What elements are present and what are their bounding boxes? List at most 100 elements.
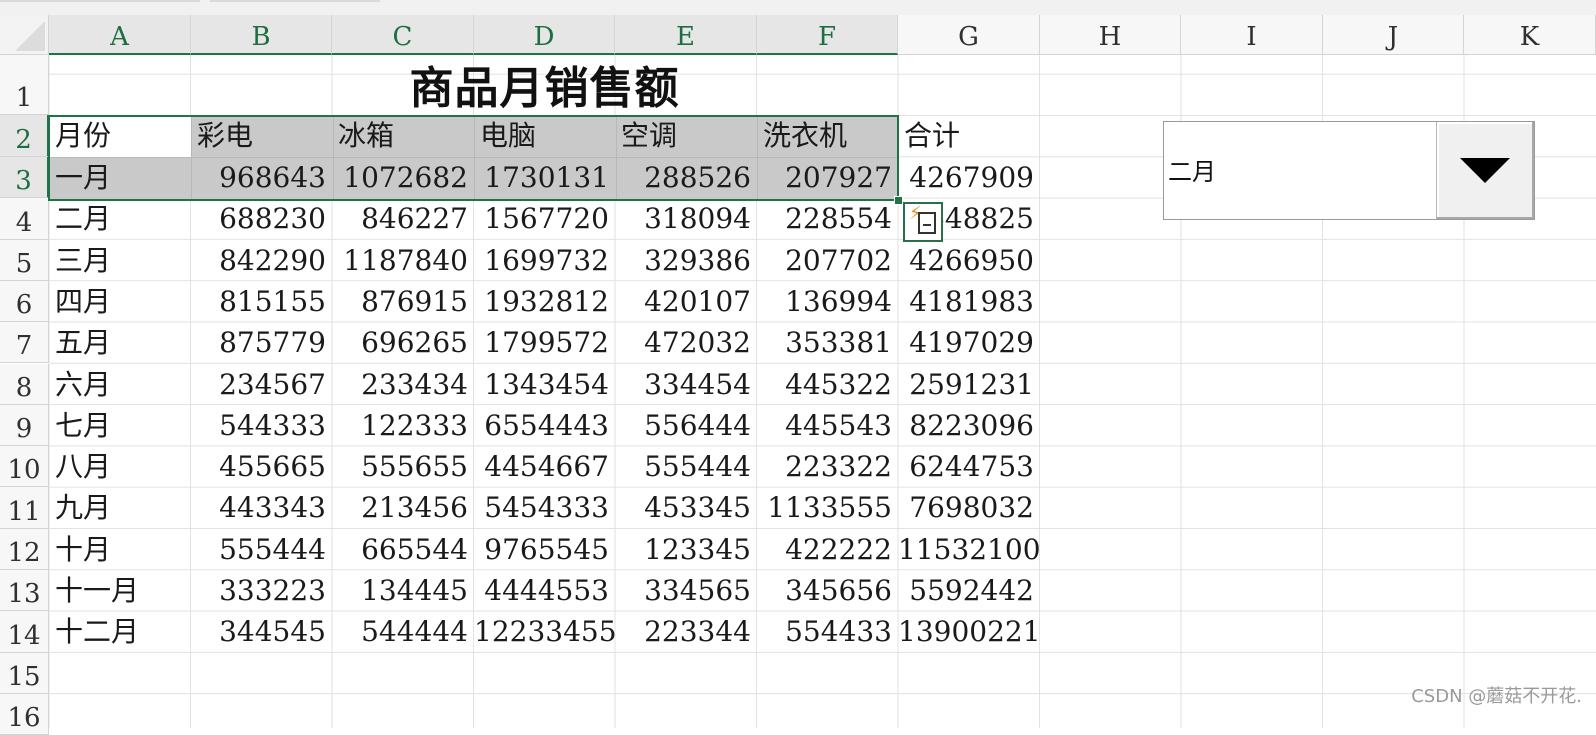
value-cell[interactable]: 4444553: [474, 568, 615, 609]
value-cell[interactable]: 555444: [191, 527, 332, 568]
value-cell[interactable]: 334454: [615, 362, 757, 403]
row-header-9[interactable]: 9: [0, 404, 49, 447]
select-all-corner[interactable]: [0, 15, 49, 55]
value-cell[interactable]: 554433: [757, 609, 898, 650]
value-cell[interactable]: 344545: [191, 609, 332, 650]
row-header-13[interactable]: 13: [0, 570, 49, 612]
row-header-2[interactable]: 2: [0, 115, 49, 157]
value-cell[interactable]: 1799572: [474, 320, 615, 361]
value-cell[interactable]: 7698032: [898, 485, 1040, 526]
row-header-5[interactable]: 5: [0, 239, 49, 281]
value-cell[interactable]: 4267909: [898, 155, 1040, 196]
value-cell[interactable]: 12233455: [474, 609, 617, 650]
column-header-i[interactable]: I: [1181, 15, 1323, 55]
flash-fill-button[interactable]: ⚡: [903, 202, 943, 242]
month-cell[interactable]: 九月: [49, 485, 191, 526]
value-cell[interactable]: 213456: [332, 485, 474, 526]
month-cell[interactable]: 十一月: [49, 568, 191, 609]
month-cell[interactable]: 十二月: [49, 609, 191, 650]
value-cell[interactable]: 455665: [191, 444, 332, 485]
column-header-h[interactable]: H: [1040, 15, 1181, 55]
value-cell[interactable]: 5454333: [474, 485, 615, 526]
value-cell[interactable]: 420107: [615, 279, 757, 320]
column-header-f[interactable]: F: [757, 15, 898, 55]
value-cell[interactable]: 353381: [757, 320, 898, 361]
row-header-6[interactable]: 6: [0, 280, 49, 323]
row-header-3[interactable]: 3: [0, 157, 49, 199]
value-cell[interactable]: 333223: [191, 568, 332, 609]
value-cell[interactable]: 4266950: [898, 238, 1040, 279]
value-cell[interactable]: 228554: [757, 196, 898, 237]
value-cell[interactable]: 134445: [332, 568, 474, 609]
value-cell[interactable]: 556444: [615, 403, 757, 444]
sheet-title[interactable]: 商品月销售额: [49, 56, 1040, 116]
value-cell[interactable]: 445322: [757, 362, 898, 403]
column-header-k[interactable]: K: [1464, 15, 1596, 55]
value-cell[interactable]: 445543: [757, 403, 898, 444]
value-cell[interactable]: 696265: [332, 320, 474, 361]
column-header-j[interactable]: J: [1323, 15, 1464, 55]
value-cell[interactable]: 472032: [615, 320, 757, 361]
row-header-14[interactable]: 14: [0, 611, 49, 653]
value-cell[interactable]: 233434: [332, 362, 474, 403]
fill-handle[interactable]: [894, 196, 903, 205]
column-header-g[interactable]: G: [898, 15, 1040, 55]
value-cell[interactable]: 815155: [191, 279, 332, 320]
value-cell[interactable]: 544444: [332, 609, 474, 650]
value-cell[interactable]: 234567: [191, 362, 332, 403]
month-cell[interactable]: 七月: [49, 403, 191, 444]
value-cell[interactable]: 1932812: [474, 279, 615, 320]
value-cell[interactable]: 1187840: [332, 238, 474, 279]
row-header-7[interactable]: 7: [0, 322, 49, 364]
row-header-16[interactable]: 16: [0, 693, 49, 735]
row-header-1[interactable]: 1: [0, 55, 49, 115]
value-cell[interactable]: 875779: [191, 320, 332, 361]
row-header-8[interactable]: 8: [0, 363, 49, 405]
value-cell[interactable]: 6554443: [474, 403, 615, 444]
value-cell[interactable]: 1133555: [757, 485, 898, 526]
value-cell[interactable]: 334565: [615, 568, 757, 609]
value-cell[interactable]: 4181983: [898, 279, 1040, 320]
value-cell[interactable]: 443343: [191, 485, 332, 526]
value-cell[interactable]: 136994: [757, 279, 898, 320]
column-header-a[interactable]: A: [49, 15, 191, 55]
column-header-d[interactable]: D: [474, 15, 615, 55]
month-cell[interactable]: 三月: [49, 238, 191, 279]
header-cell[interactable]: 合计: [898, 113, 1040, 155]
value-cell[interactable]: 11532100: [898, 527, 1041, 568]
value-cell[interactable]: 223344: [615, 609, 757, 650]
value-cell[interactable]: 13900221: [898, 609, 1041, 650]
value-cell[interactable]: 1343454: [474, 362, 615, 403]
value-cell[interactable]: 5592442: [898, 568, 1040, 609]
column-header-e[interactable]: E: [615, 15, 757, 55]
value-cell[interactable]: 9765545: [474, 527, 615, 568]
value-cell[interactable]: 6244753: [898, 444, 1040, 485]
value-cell[interactable]: 422222: [757, 527, 898, 568]
row-header-12[interactable]: 12: [0, 528, 49, 570]
value-cell[interactable]: 122333: [332, 403, 474, 444]
value-cell[interactable]: 846227: [332, 196, 474, 237]
month-cell[interactable]: 六月: [49, 362, 191, 403]
month-cell[interactable]: 四月: [49, 279, 191, 320]
value-cell[interactable]: 555655: [332, 444, 474, 485]
month-cell[interactable]: 五月: [49, 320, 191, 361]
value-cell[interactable]: 8223096: [898, 403, 1040, 444]
month-cell[interactable]: 十月: [49, 527, 191, 568]
value-cell[interactable]: 318094: [615, 196, 757, 237]
value-cell[interactable]: 555444: [615, 444, 757, 485]
value-cell[interactable]: 4454667: [474, 444, 615, 485]
value-cell[interactable]: 665544: [332, 527, 474, 568]
month-cell[interactable]: 八月: [49, 444, 191, 485]
value-cell[interactable]: 876915: [332, 279, 474, 320]
month-cell[interactable]: 二月: [49, 196, 191, 237]
row-header-10[interactable]: 10: [0, 446, 49, 488]
value-cell[interactable]: 223322: [757, 444, 898, 485]
row-header-11[interactable]: 11: [0, 487, 49, 529]
value-cell[interactable]: 345656: [757, 568, 898, 609]
value-cell[interactable]: 453345: [615, 485, 757, 526]
combo-dropdown-button[interactable]: [1436, 122, 1534, 219]
value-cell[interactable]: 544333: [191, 403, 332, 444]
column-header-c[interactable]: C: [332, 15, 474, 55]
row-header-15[interactable]: 15: [0, 652, 49, 694]
value-cell[interactable]: 1699732: [474, 238, 615, 279]
